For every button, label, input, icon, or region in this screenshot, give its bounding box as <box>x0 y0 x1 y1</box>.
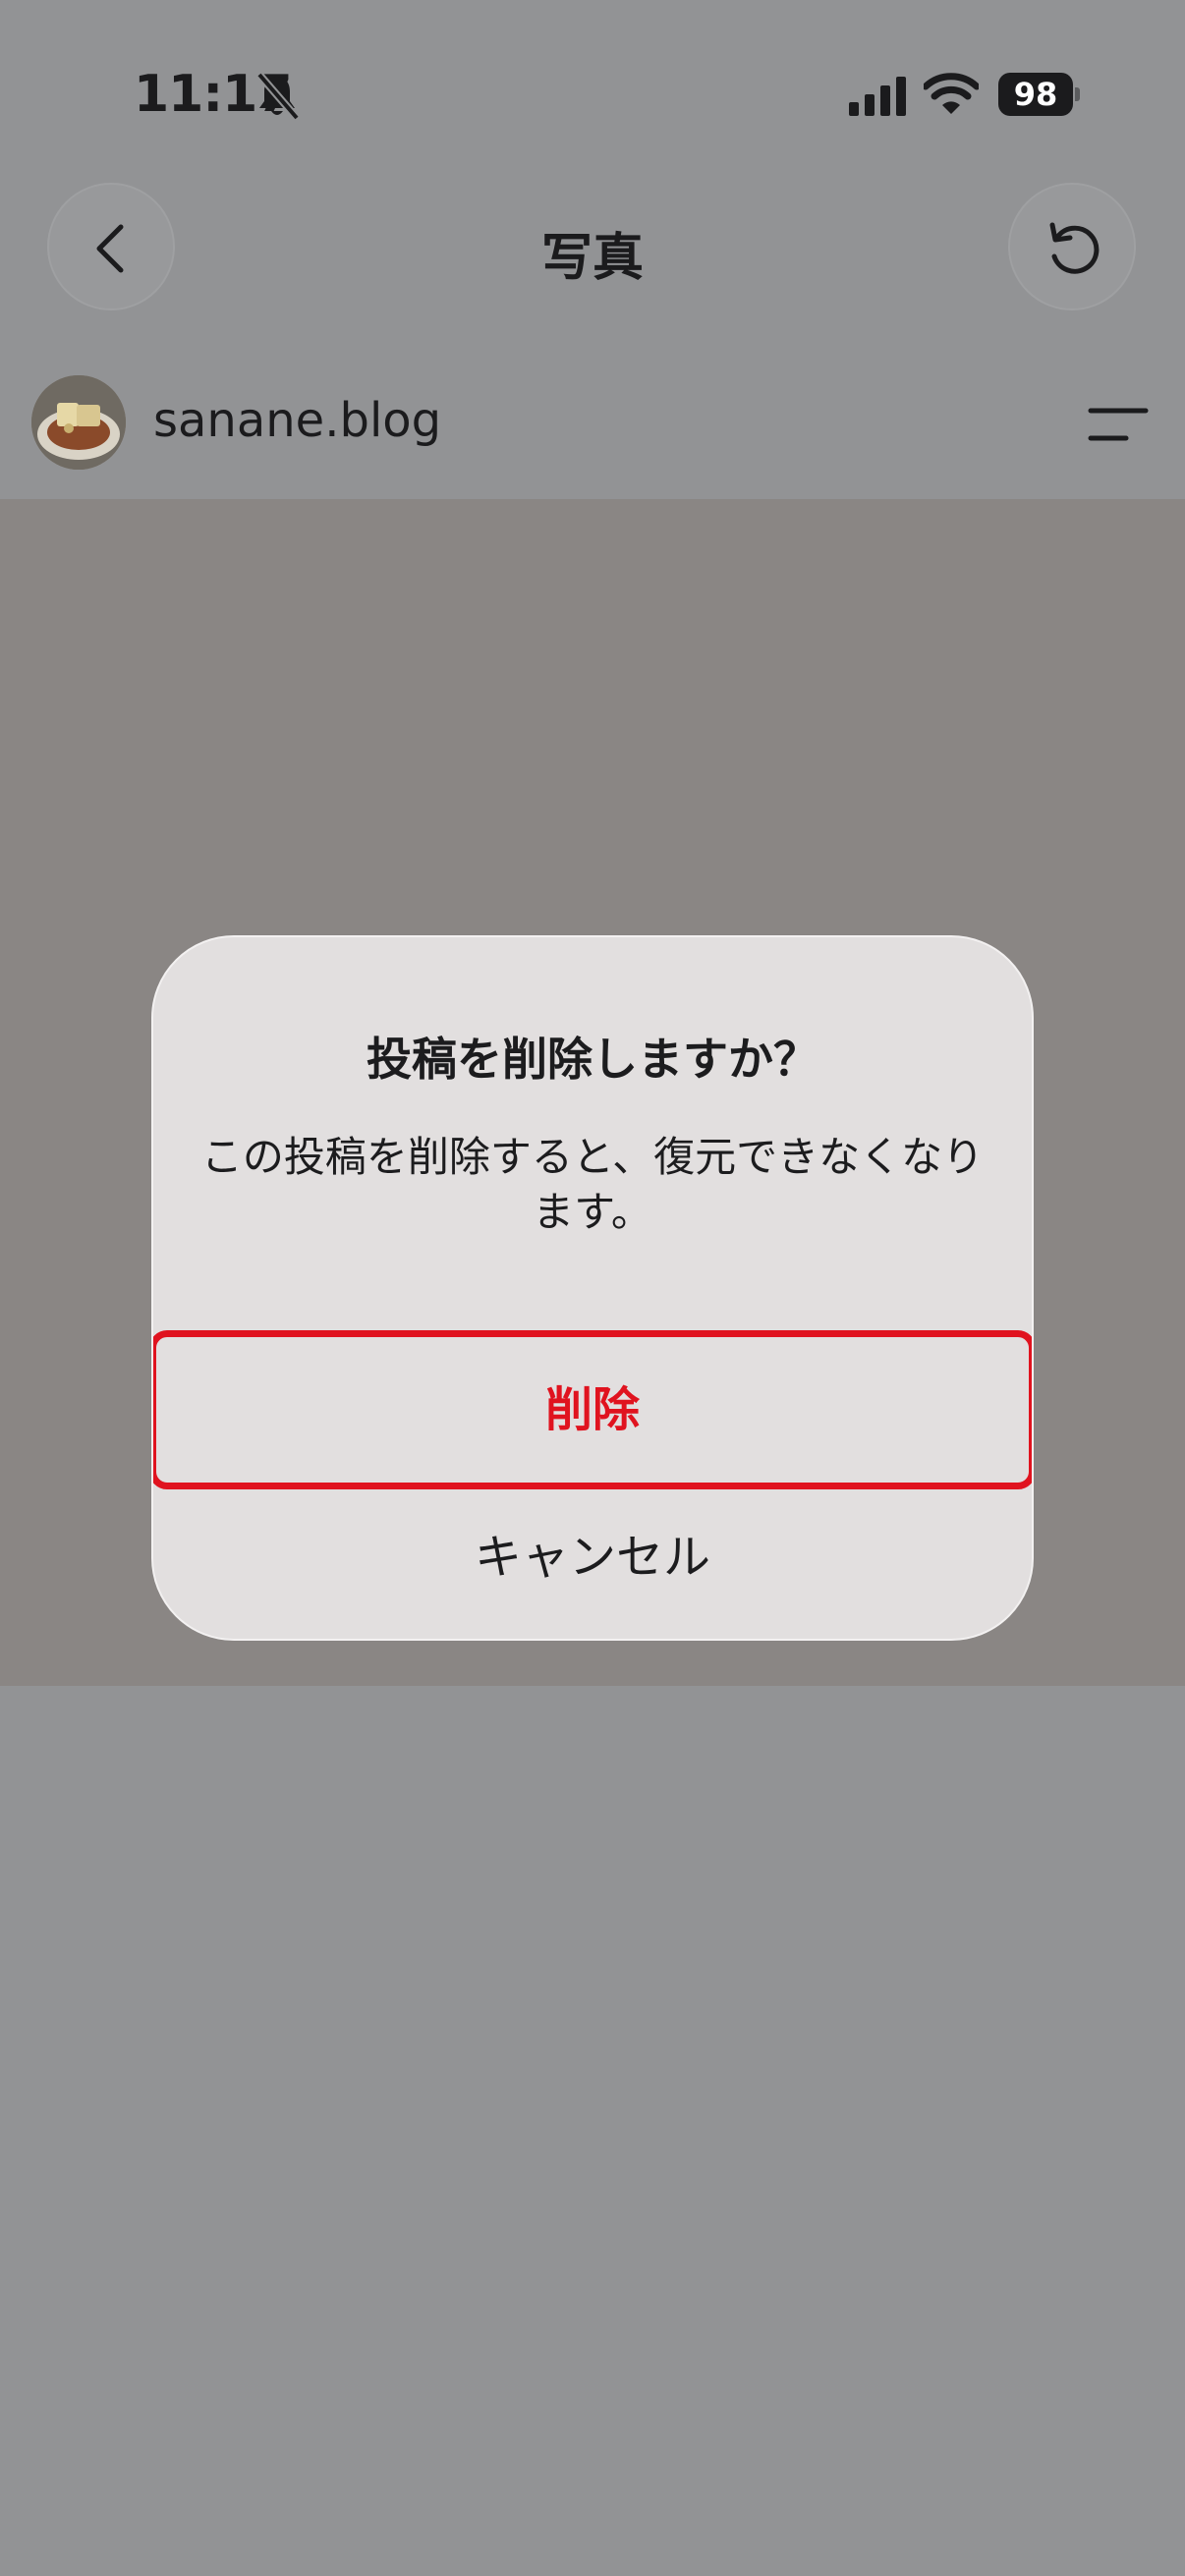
battery-icon: 98 <box>998 73 1080 118</box>
post-username[interactable]: sanane.blog <box>153 393 441 448</box>
delete-confirm-dialog: 投稿を削除しますか？ この投稿を削除すると、復元できなくなります。 削除 キャン… <box>151 935 1034 1641</box>
refresh-button[interactable] <box>1008 183 1136 310</box>
page-title: 写真 <box>540 229 644 288</box>
cellular-signal-icon <box>849 77 906 116</box>
dialog-title: 投稿を削除しますか？ <box>367 1033 818 1086</box>
food-photo-thumbnail <box>31 375 126 470</box>
cancel-button[interactable]: キャンセル <box>153 1491 1032 1637</box>
avatar[interactable] <box>31 375 126 470</box>
battery-level: 98 <box>1013 76 1058 113</box>
bell-slash-icon <box>255 72 301 121</box>
dialog-message: この投稿を削除すると、復元できなくなります。 <box>200 1133 985 1236</box>
delete-button-label: 削除 <box>544 1382 640 1437</box>
delete-button[interactable]: 削除 <box>153 1330 1032 1489</box>
status-bar: 11:17 98 <box>0 0 1185 147</box>
refresh-icon <box>1049 222 1100 274</box>
menu-lines-icon[interactable] <box>1087 403 1150 446</box>
wifi-icon <box>924 73 979 114</box>
cancel-button-label: キャンセル <box>474 1530 710 1585</box>
